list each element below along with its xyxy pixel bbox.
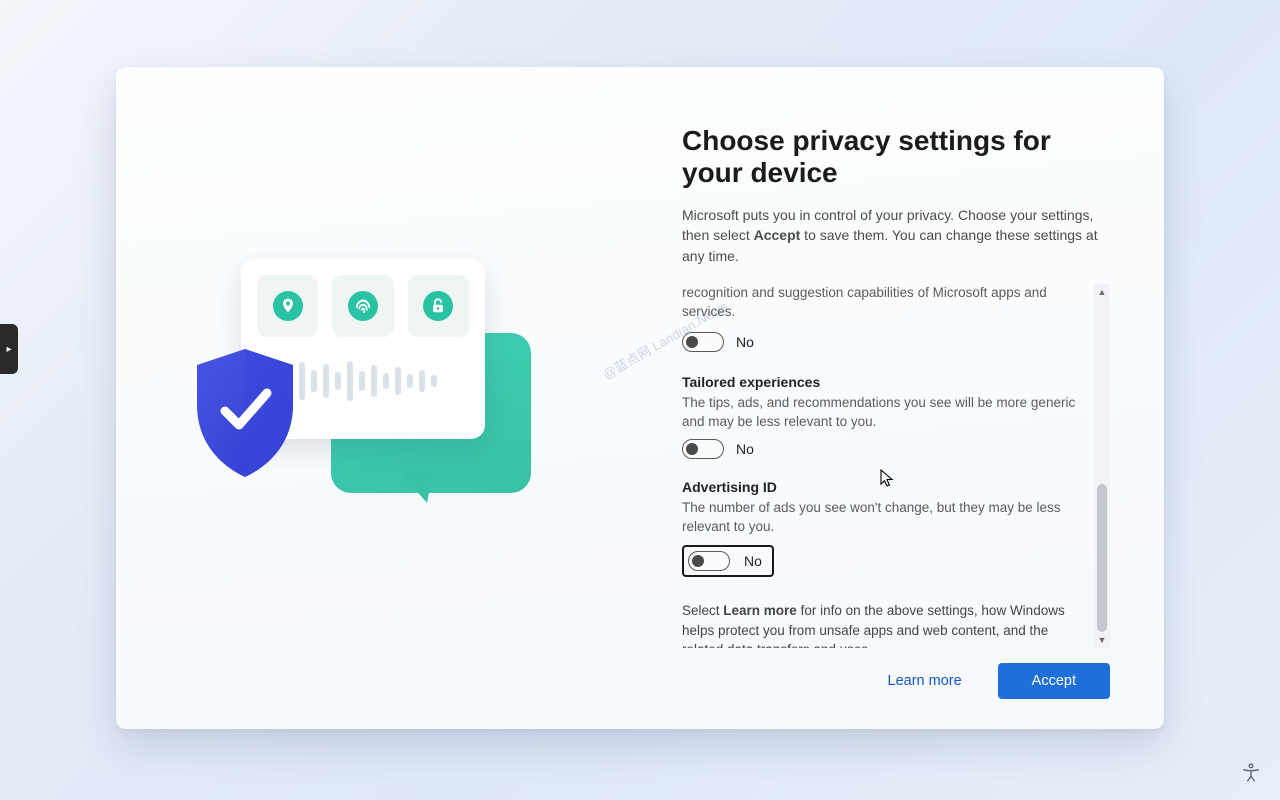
illustration-pane <box>116 67 636 729</box>
unlock-icon <box>408 275 469 337</box>
advertising-id-toggle-label: No <box>744 553 762 569</box>
scroll-up-button[interactable]: ▲ <box>1094 284 1110 300</box>
chat-bubble-tail <box>401 473 433 503</box>
page-subtitle: Microsoft puts you in control of your pr… <box>682 205 1110 266</box>
settings-list: recognition and suggestion capabilities … <box>682 284 1086 648</box>
inking-typing-toggle-label: No <box>736 334 754 350</box>
shield-check-icon <box>185 343 305 483</box>
settings-scroll-region: recognition and suggestion capabilities … <box>682 284 1110 645</box>
edge-flyout-tab[interactable]: ▸ <box>0 324 18 374</box>
learn-more-button[interactable]: Learn more <box>882 665 968 697</box>
advertising-id-toggle[interactable] <box>688 551 730 571</box>
location-pin-icon <box>257 275 318 337</box>
chevron-right-icon: ▸ <box>6 344 11 355</box>
scrollbar-track[interactable]: ▲ ▼ <box>1094 284 1110 648</box>
privacy-illustration <box>191 253 551 543</box>
accessibility-icon[interactable] <box>1240 762 1262 784</box>
tailored-experiences-desc: The tips, ads, and recommendations you s… <box>682 394 1086 432</box>
tailored-experiences-title: Tailored experiences <box>682 374 1086 390</box>
tailored-experiences-toggle-label: No <box>736 441 754 457</box>
scroll-down-button[interactable]: ▼ <box>1094 632 1110 648</box>
oobe-card: Choose privacy settings for your device … <box>116 67 1164 729</box>
advertising-id-title: Advertising ID <box>682 479 1086 495</box>
advertising-id-focus: No <box>682 545 774 577</box>
inking-typing-toggle[interactable] <box>682 332 724 352</box>
content-pane: Choose privacy settings for your device … <box>636 67 1164 729</box>
learn-more-info: Select Learn more for info on the above … <box>682 601 1086 648</box>
accept-button[interactable]: Accept <box>998 663 1110 699</box>
scrollbar-thumb[interactable] <box>1097 484 1107 632</box>
dialog-footer: Learn more Accept <box>682 663 1110 699</box>
advertising-id-desc: The number of ads you see won't change, … <box>682 499 1086 537</box>
page-title: Choose privacy settings for your device <box>682 125 1110 189</box>
tailored-experiences-toggle[interactable] <box>682 439 724 459</box>
fingerprint-icon <box>332 275 393 337</box>
inking-typing-desc-partial: recognition and suggestion capabilities … <box>682 284 1086 322</box>
